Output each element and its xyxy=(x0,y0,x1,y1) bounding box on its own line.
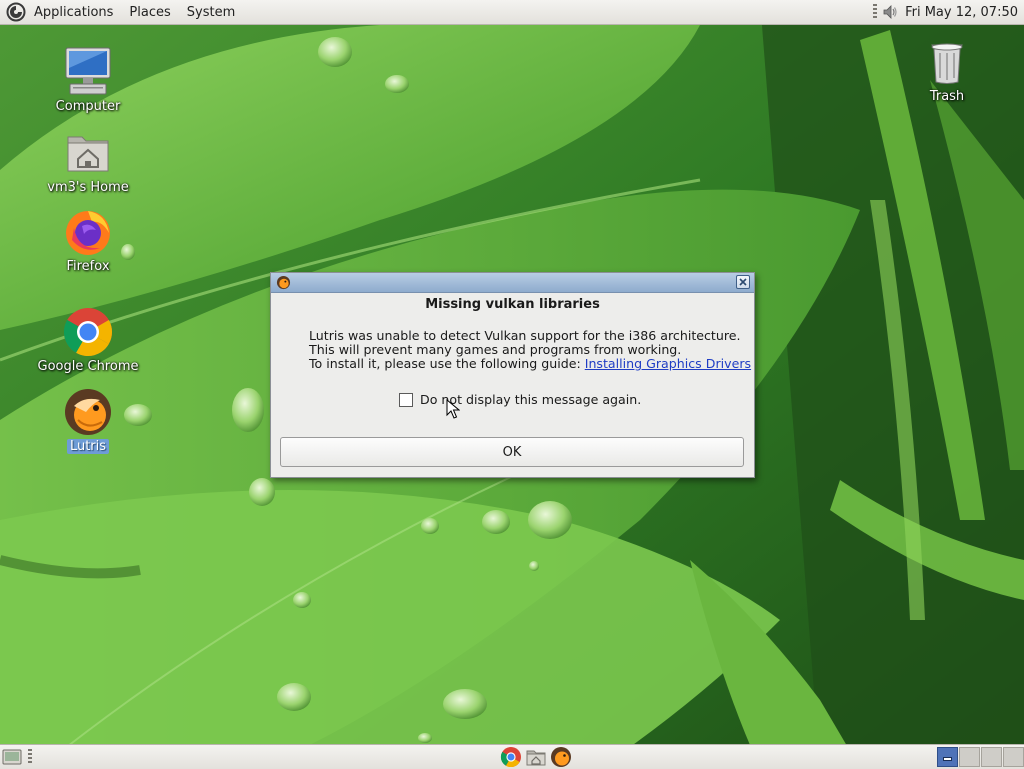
desktop-icon-label: Firefox xyxy=(66,259,110,274)
desktop-icon-home[interactable]: vm3's Home xyxy=(38,127,138,195)
dont-show-again-checkbox[interactable] xyxy=(399,392,413,407)
workspace-switcher xyxy=(937,747,1024,767)
desktop-icon-label: Google Chrome xyxy=(37,359,139,374)
desktop-icon-label: Lutris xyxy=(66,439,110,454)
chrome-icon xyxy=(63,308,113,357)
dialog-message: Lutris was unable to detect Vulkan suppo… xyxy=(309,329,754,371)
message-line: Lutris was unable to detect Vulkan suppo… xyxy=(309,328,741,343)
dialog-titlebar[interactable] xyxy=(271,273,754,293)
panel-drag-handle[interactable] xyxy=(28,749,32,765)
ok-button[interactable]: OK xyxy=(280,437,744,467)
message-line: This will prevent many games and program… xyxy=(309,342,682,357)
ok-button-label: OK xyxy=(502,444,522,460)
bottom-panel xyxy=(0,744,1024,769)
desktop-icon-lutris[interactable]: Lutris xyxy=(38,386,138,454)
applications-menu-label: Applications xyxy=(34,4,114,20)
system-menu-label: System xyxy=(186,4,236,20)
clock[interactable]: Fri May 12, 07:50 xyxy=(905,5,1018,20)
volume-icon[interactable] xyxy=(881,3,899,21)
desktop-icon-computer[interactable]: Computer xyxy=(38,46,138,114)
guide-prefix: To install it, please use the following … xyxy=(309,356,585,371)
desktop-icon-firefox[interactable]: Firefox xyxy=(38,206,138,274)
message-line: To install it, please use the following … xyxy=(309,357,754,371)
system-menu[interactable]: System xyxy=(179,0,243,24)
lutris-icon xyxy=(65,389,111,435)
workspace-1[interactable] xyxy=(937,747,958,767)
home-folder-icon xyxy=(67,136,109,172)
lutris-icon[interactable] xyxy=(550,746,572,768)
installing-graphics-drivers-link[interactable]: Installing Graphics Drivers xyxy=(585,356,751,371)
distro-logo-icon xyxy=(6,2,26,22)
applications-menu[interactable]: Applications xyxy=(0,0,121,24)
lutris-icon xyxy=(276,275,291,290)
desktop-icon-chrome[interactable]: Google Chrome xyxy=(38,306,138,374)
mouse-cursor-icon xyxy=(446,399,460,419)
show-desktop-icon[interactable] xyxy=(2,748,22,766)
places-menu[interactable]: Places xyxy=(121,0,178,24)
dialog-heading: Missing vulkan libraries xyxy=(425,297,600,312)
firefox-icon xyxy=(66,211,110,255)
desktop-icon-label: Trash xyxy=(929,89,965,104)
top-panel: Applications Places System Fri May 12, 0… xyxy=(0,0,1024,25)
desktop-icon-label: vm3's Home xyxy=(47,180,129,195)
dont-show-again-row[interactable]: Do not display this message again. xyxy=(399,392,641,407)
file-manager-icon[interactable] xyxy=(525,746,547,768)
desktop-icon-trash[interactable]: Trash xyxy=(897,36,997,104)
missing-vulkan-dialog: Missing vulkan libraries Lutris was unab… xyxy=(270,272,755,478)
panel-drag-handle[interactable] xyxy=(873,4,878,20)
workspace-4[interactable] xyxy=(1003,747,1024,767)
desktop-icon-label: Computer xyxy=(55,99,121,114)
workspace-2[interactable] xyxy=(959,747,980,767)
places-menu-label: Places xyxy=(129,4,171,20)
close-icon xyxy=(739,278,747,286)
computer-icon xyxy=(65,47,111,95)
chrome-icon[interactable] xyxy=(500,746,522,768)
workspace-3[interactable] xyxy=(981,747,1002,767)
close-button[interactable] xyxy=(736,275,750,289)
trash-icon xyxy=(931,43,963,84)
